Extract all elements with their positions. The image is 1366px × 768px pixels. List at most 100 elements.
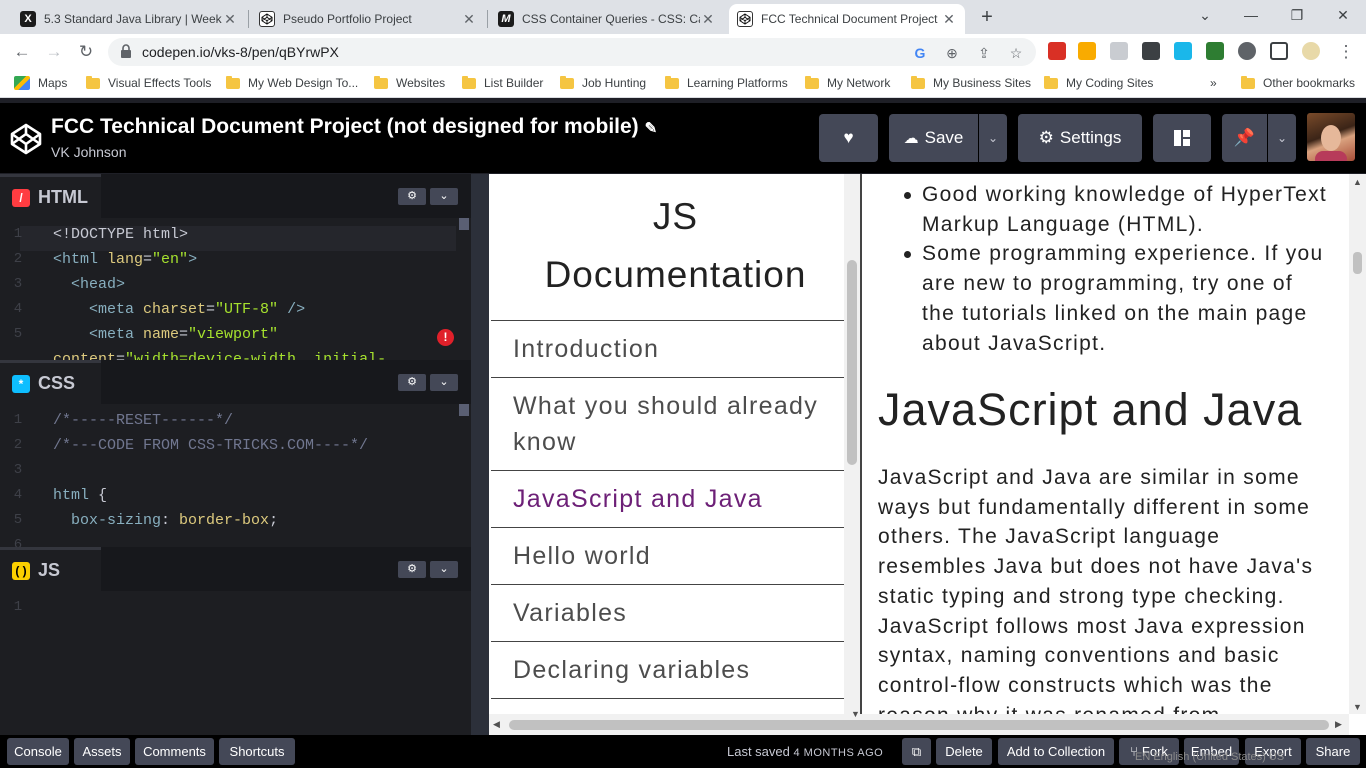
code-line[interactable]: 4 html { [0, 487, 470, 512]
new-tab-icon[interactable]: + [976, 6, 998, 28]
pin-button[interactable]: 📌 [1222, 114, 1267, 162]
extension-icon[interactable] [1078, 42, 1096, 60]
scroll-left-icon[interactable]: ◀ [493, 719, 500, 730]
console-button[interactable]: Console [7, 738, 69, 765]
bookmark-folder[interactable]: Websites [374, 75, 445, 90]
nav-link[interactable]: Variables [491, 585, 844, 642]
horizontal-scroll-thumb[interactable] [509, 720, 1329, 730]
open-external-button[interactable]: ⧉ [902, 738, 931, 765]
code-line[interactable]: 3 [0, 462, 470, 487]
extension-icon[interactable] [1206, 42, 1224, 60]
navbar-scroll-thumb[interactable] [847, 260, 857, 465]
nav-link[interactable]: Introduction [491, 321, 844, 378]
reload-icon[interactable]: ↻ [74, 40, 98, 64]
nav-link[interactable]: JavaScript and Java [491, 471, 844, 528]
js-settings-button[interactable]: ⚙ [398, 561, 426, 578]
comments-button[interactable]: Comments [135, 738, 214, 765]
html-collapse-button[interactable]: ⌄ [430, 188, 458, 205]
code-line[interactable]: 2 /*---CODE FROM CSS-TRICKS.COM----*/ [0, 437, 470, 462]
browser-tab-active[interactable]: FCC Technical Document Project ✕ [729, 4, 965, 34]
bookmark-folder[interactable]: My Coding Sites [1044, 75, 1153, 90]
delete-button[interactable]: Delete [936, 738, 992, 765]
editor-resize-handle[interactable] [471, 174, 489, 735]
code-line[interactable]: 1 <!DOCTYPE html> [14, 226, 456, 251]
browser-tab[interactable]: Pseudo Portfolio Project ✕ [251, 4, 485, 34]
bookmark-folder[interactable]: Job Hunting [560, 75, 646, 90]
close-tab-icon[interactable]: ✕ [700, 11, 716, 28]
edit-pencil-icon[interactable]: ✎ [645, 120, 658, 137]
back-icon[interactable]: ← [10, 40, 34, 64]
error-icon[interactable]: ! [437, 329, 454, 346]
add-to-collection-button[interactable]: Add to Collection [998, 738, 1114, 765]
tab-search-icon[interactable]: ⌄ [1190, 4, 1220, 26]
more-bookmarks-button[interactable]: » [1210, 76, 1217, 90]
bookmark-folder[interactable]: Learning Platforms [665, 75, 788, 90]
bookmark-maps[interactable]: Maps [14, 76, 67, 90]
pin-options-button[interactable]: ⌄ [1268, 114, 1296, 162]
css-settings-button[interactable]: ⚙ [398, 374, 426, 391]
html-code-editor[interactable]: 1 <!DOCTYPE html> 2 <html lang="en"> 3 <head… [0, 218, 471, 364]
minimize-icon[interactable]: — [1236, 4, 1266, 26]
html-editor-scrollbar[interactable] [459, 218, 469, 230]
menu-icon[interactable]: ⋮ [1334, 40, 1358, 64]
bookmark-star-icon[interactable]: ☆ [1006, 43, 1026, 63]
navbar-scrollbar[interactable] [844, 174, 860, 714]
extension-icon[interactable] [1110, 42, 1128, 60]
bookmark-folder[interactable]: Visual Effects Tools [86, 75, 211, 90]
extension-icon[interactable] [1048, 42, 1066, 60]
scroll-down-icon[interactable]: ▼ [1353, 702, 1362, 712]
code-line[interactable]: 4 <meta charset="UTF-8" /> [0, 301, 470, 326]
bookmark-folder[interactable]: My Network [805, 75, 890, 90]
js-code-editor[interactable]: 1 [0, 591, 471, 735]
html-pane-tab[interactable]: / HTML [0, 174, 101, 218]
code-line[interactable]: 1 /*-----RESET------*/ [0, 412, 470, 437]
scroll-down-icon[interactable]: ▼ [851, 709, 860, 719]
scroll-up-icon[interactable]: ▲ [1353, 177, 1362, 187]
settings-button[interactable]: ⚙ Settings [1018, 114, 1142, 162]
zoom-icon[interactable]: ⊕ [942, 43, 962, 63]
assets-button[interactable]: Assets [74, 738, 130, 765]
css-collapse-button[interactable]: ⌄ [430, 374, 458, 391]
sidebar-icon[interactable] [1270, 42, 1288, 60]
love-button[interactable]: ♥ [819, 114, 878, 162]
browser-tab[interactable]: M CSS Container Queries - CSS: Cas ✕ [490, 4, 724, 34]
close-window-icon[interactable]: ✕ [1328, 4, 1358, 26]
nav-link[interactable]: Hello world [491, 528, 844, 585]
code-line[interactable]: 1 [0, 599, 470, 624]
code-line[interactable]: 5 <meta name="viewport" [0, 326, 470, 351]
forward-icon[interactable]: → [42, 40, 66, 64]
pen-title[interactable]: FCC Technical Document Project (not desi… [51, 115, 657, 139]
avatar[interactable] [1307, 113, 1355, 161]
google-icon[interactable]: G [910, 43, 930, 63]
js-collapse-button[interactable]: ⌄ [430, 561, 458, 578]
close-tab-icon[interactable]: ✕ [222, 11, 238, 28]
address-bar[interactable]: codepen.io/vks-8/pen/qBYrwPX G ⊕ ⇪ ☆ [108, 38, 1036, 66]
shortcuts-button[interactable]: Shortcuts [219, 738, 295, 765]
codepen-logo-icon[interactable] [9, 122, 43, 156]
close-tab-icon[interactable]: ✕ [461, 11, 477, 28]
bookmark-folder[interactable]: List Builder [462, 75, 543, 90]
puzzle-icon[interactable] [1238, 42, 1256, 60]
profile-icon[interactable] [1302, 42, 1320, 60]
code-line[interactable]: 5 box-sizing: border-box; [0, 512, 470, 537]
maximize-icon[interactable]: ❐ [1282, 4, 1312, 26]
pen-author[interactable]: VK Johnson [51, 144, 127, 160]
js-pane-tab[interactable]: ( ) JS [0, 547, 101, 591]
save-button[interactable]: ☁ Save [889, 114, 978, 162]
code-line[interactable]: 6 [0, 537, 470, 547]
nav-link[interactable]: What you should already know [491, 378, 844, 471]
scroll-right-icon[interactable]: ▶ [1335, 719, 1342, 730]
preview-scroll-thumb[interactable] [1353, 252, 1362, 274]
preview-scrollbar[interactable]: ▲ ▼ [1349, 174, 1366, 714]
save-options-button[interactable]: ⌄ [979, 114, 1007, 162]
share-button[interactable]: Share [1306, 738, 1360, 765]
other-bookmarks-folder[interactable]: Other bookmarks [1241, 75, 1355, 90]
preview-horizontal-scrollbar[interactable]: ◀ ▶ [489, 714, 1349, 735]
bookmark-folder[interactable]: My Web Design To... [226, 75, 358, 90]
bookmark-folder[interactable]: My Business Sites [911, 75, 1031, 90]
close-tab-icon[interactable]: ✕ [941, 11, 957, 28]
code-line[interactable]: 3 <head> [0, 276, 470, 301]
browser-tab[interactable]: X 5.3 Standard Java Library | Week ✕ [12, 4, 246, 34]
html-settings-button[interactable]: ⚙ [398, 188, 426, 205]
css-code-editor[interactable]: 1 /*-----RESET------*/ 2 /*---CODE FROM CSS… [0, 404, 471, 547]
